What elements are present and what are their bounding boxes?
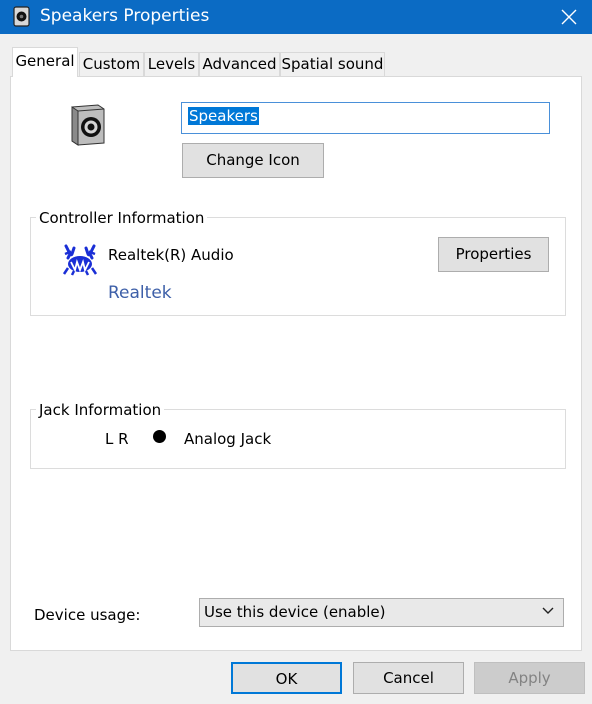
change-icon-button[interactable]: Change Icon	[182, 143, 324, 178]
tab-spatial-sound[interactable]: Spatial sound	[280, 52, 385, 76]
chevron-down-icon	[542, 607, 554, 614]
jack-channels: L R	[105, 430, 129, 448]
close-button[interactable]	[546, 0, 592, 34]
speaker-icon	[13, 6, 30, 27]
tab-advanced[interactable]: Advanced	[199, 52, 280, 76]
controller-information-label: Controller Information	[36, 209, 208, 227]
jack-color-indicator	[153, 430, 166, 443]
close-icon	[561, 9, 577, 25]
controller-name: Realtek(R) Audio	[108, 246, 234, 264]
device-usage-value: Use this device (enable)	[204, 603, 386, 621]
tab-levels[interactable]: Levels	[144, 52, 199, 76]
realtek-vendor-link[interactable]: Realtek	[108, 283, 172, 303]
device-name-field[interactable]: Speakers	[181, 102, 550, 134]
ok-button[interactable]: OK	[231, 662, 342, 694]
jack-type: Analog Jack	[184, 430, 272, 448]
cancel-button[interactable]: Cancel	[353, 662, 464, 694]
controller-properties-button[interactable]: Properties	[438, 237, 549, 272]
device-usage-label: Device usage:	[34, 606, 141, 624]
jack-information-label: Jack Information	[36, 401, 165, 419]
tab-general[interactable]: General	[12, 47, 78, 77]
device-name-value: Speakers	[188, 107, 259, 125]
realtek-crab-logo-icon	[62, 244, 98, 276]
speaker-device-icon	[71, 104, 105, 146]
window-title: Speakers Properties	[40, 6, 210, 26]
tab-custom[interactable]: Custom	[79, 52, 144, 76]
device-usage-dropdown[interactable]: Use this device (enable)	[199, 598, 564, 627]
apply-button[interactable]: Apply	[474, 662, 585, 694]
title-bar: Speakers Properties	[0, 0, 592, 34]
